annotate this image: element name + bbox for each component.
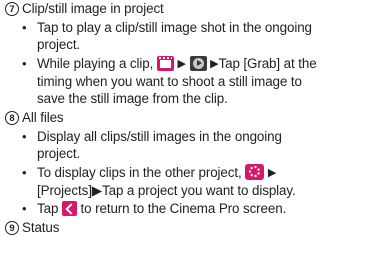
bullet-icon: • [22, 129, 27, 144]
film-icon [156, 56, 174, 71]
bullet-text: save the still image from the clip. [37, 91, 228, 106]
bullet-line: To display clips in the other project, ▶ [37, 164, 276, 182]
bullet-icon: • [22, 20, 27, 35]
bullet-text: To display clips in the other project, [37, 165, 242, 180]
section-heading: 7 Clip/still image in project [5, 0, 164, 17]
arrow-icon: ▶ [210, 58, 219, 70]
section-title: Clip/still image in project [22, 1, 164, 16]
bullet-text: to return to the Cinema Pro screen. [80, 201, 287, 216]
bullet-text: project. [37, 146, 81, 161]
bullet-line: While playing a clip, ▶ ▶Tap [Grab] at t… [37, 55, 317, 73]
bullet-text: project. [37, 37, 81, 52]
arrow-icon: ▶ [267, 167, 277, 179]
manual-page: 7 Clip/still image in project • Tap to pl… [0, 0, 377, 279]
bullet-line: Tap to return to the Cinema Pro screen. [37, 200, 286, 217]
back-arrow-icon [61, 201, 77, 216]
bullet-text: timing when you want to shoot a still im… [37, 74, 302, 89]
bullet-icon: • [22, 56, 27, 71]
play-icon [189, 56, 207, 71]
bullet-text: Display all clips/still images in the on… [37, 129, 282, 144]
section-number: 7 [5, 2, 19, 16]
reel-icon [245, 164, 265, 180]
bullet-text: Tap [Grab] at the [218, 56, 317, 71]
section-title: Status [22, 220, 60, 235]
bullet-text: [Projects]▶Tap a project you want to dis… [37, 183, 296, 198]
bullet-text: Tap to play a clip/still image shot in t… [37, 20, 312, 35]
bullet-icon: • [22, 201, 27, 216]
bullet-text: Tap [37, 201, 59, 216]
arrow-icon: ▶ [177, 58, 186, 70]
bullet-text: While playing a clip, [37, 56, 154, 71]
section-heading: 8 All files [5, 109, 64, 126]
bullet-icon: • [22, 165, 27, 180]
section-heading: 9 Status [5, 219, 59, 236]
section-title: All files [22, 110, 64, 125]
section-number: 8 [5, 111, 19, 125]
section-number: 9 [5, 221, 19, 235]
